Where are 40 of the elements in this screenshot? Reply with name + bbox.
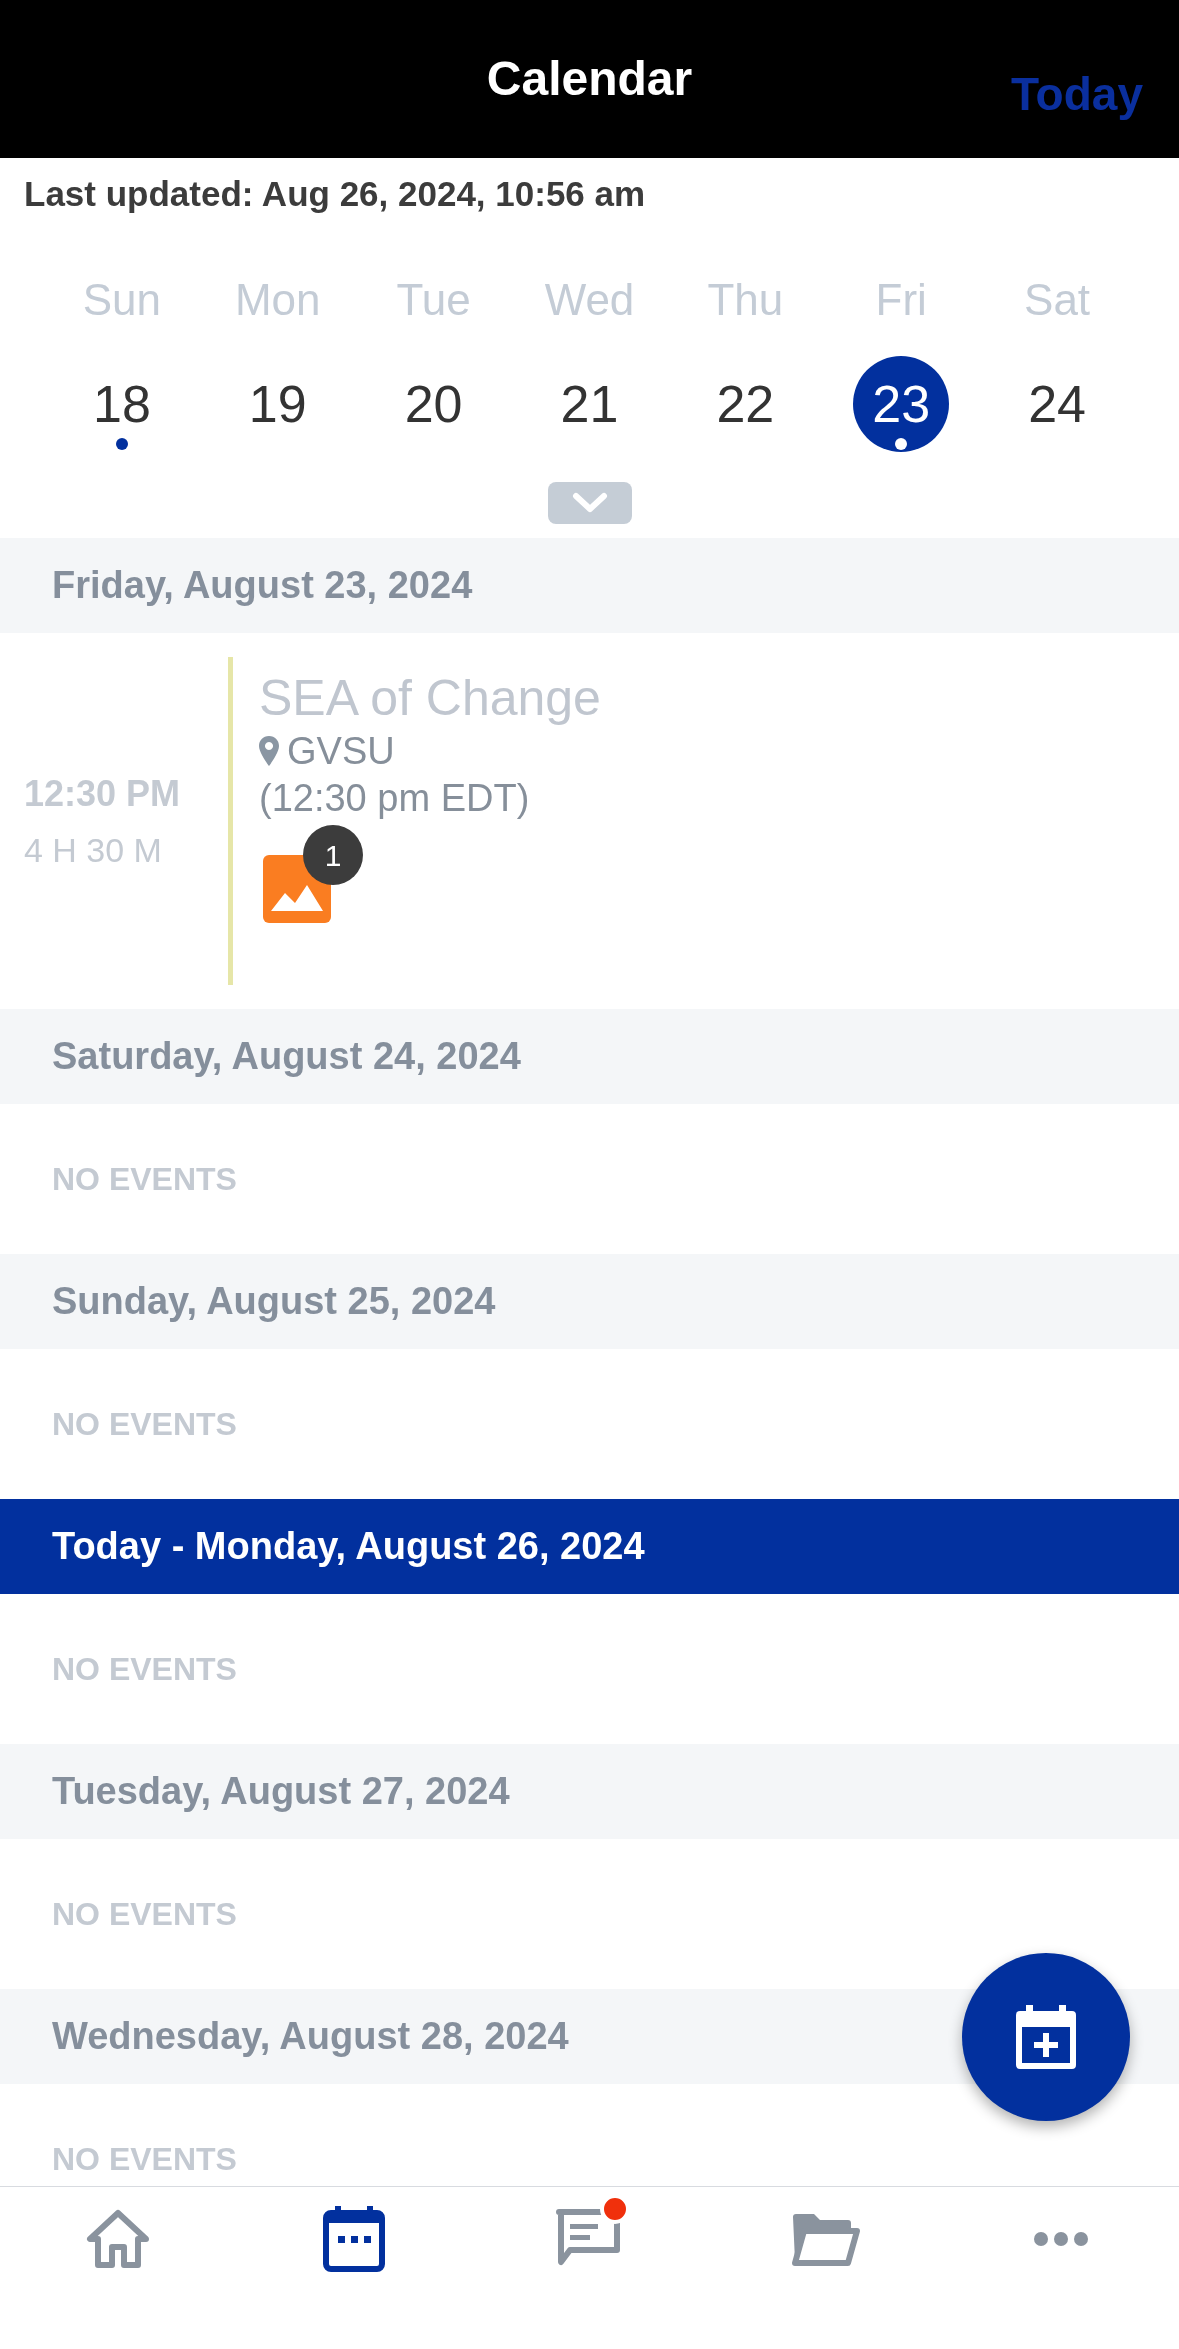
day-heading: Today - Monday, August 26, 2024	[52, 1524, 645, 1569]
no-events-text: NO EVENTS	[52, 1405, 237, 1444]
date-cell[interactable]: 20	[385, 356, 482, 452]
more-icon[interactable]	[1033, 2231, 1090, 2247]
no-events-text: NO EVENTS	[52, 1160, 237, 1199]
date-cell[interactable]: 18	[73, 356, 170, 452]
no-events-text: NO EVENTS	[52, 2140, 237, 2179]
weekday-label: Sun	[82, 274, 162, 326]
day-heading: Friday, August 23, 2024	[52, 563, 473, 608]
weekday-label: Tue	[396, 274, 471, 326]
weekday-label: Thu	[707, 274, 784, 326]
date-cell[interactable]: 23	[853, 356, 950, 452]
event-location: GVSU	[287, 729, 395, 774]
date-cell[interactable]: 22	[697, 356, 794, 452]
event-local-time: (12:30 pm EDT)	[259, 776, 531, 821]
day-heading: Saturday, August 24, 2024	[52, 1034, 521, 1079]
no-events-text: NO EVENTS	[52, 1895, 237, 1934]
attachment-count-badge: 1	[303, 825, 363, 885]
weekday-label: Fri	[875, 274, 927, 326]
no-events-text: NO EVENTS	[52, 1650, 237, 1689]
calendar-add-icon	[1016, 2005, 1076, 2069]
weekday-label: Wed	[544, 274, 635, 326]
event-duration: 4 H 30 M	[24, 829, 163, 871]
day-heading: Wednesday, August 28, 2024	[52, 2014, 569, 2059]
day-heading: Tuesday, August 27, 2024	[52, 1769, 510, 1814]
day-heading: Sunday, August 25, 2024	[52, 1279, 496, 1324]
chevron-down-icon	[571, 492, 608, 514]
date-cell[interactable]: 21	[541, 356, 638, 452]
weekday-label: Sat	[1024, 274, 1091, 326]
screen-title: Calendar	[486, 51, 693, 107]
event-time: 12:30 PM	[24, 771, 182, 816]
add-event-button[interactable]	[962, 1953, 1130, 2121]
home-icon[interactable]	[85, 2209, 150, 2269]
location-pin-icon	[259, 736, 279, 766]
date-cell[interactable]: 24	[1009, 356, 1106, 452]
weekday-label: Mon	[234, 274, 321, 326]
last-updated-text: Last updated: Aug 26, 2024, 10:56 am	[24, 174, 646, 213]
folder-icon[interactable]	[790, 2211, 861, 2267]
calendar-icon[interactable]	[322, 2206, 385, 2272]
date-cell[interactable]: 19	[229, 356, 326, 452]
